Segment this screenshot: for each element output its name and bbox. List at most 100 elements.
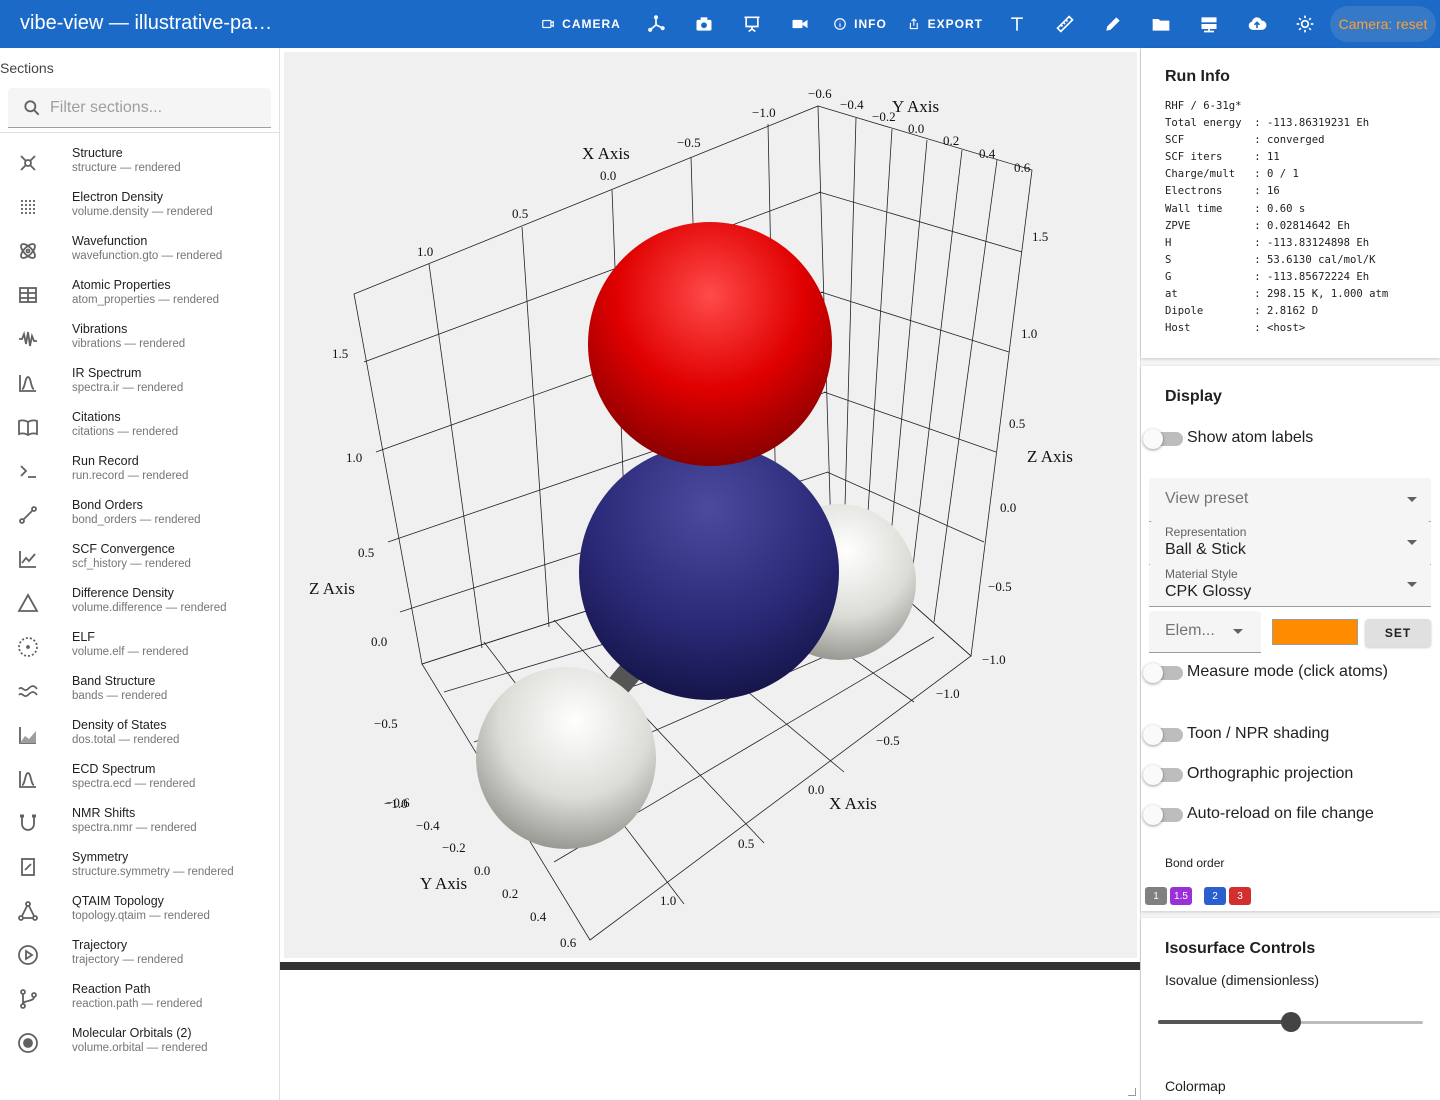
isosurface-title: Isosurface Controls bbox=[1165, 940, 1316, 957]
camera-button[interactable]: CAMERA bbox=[541, 0, 621, 48]
left-z-tick: 0.0 bbox=[371, 634, 387, 649]
section-item-subtitle: dos.total — rendered bbox=[72, 734, 180, 746]
section-item-title: Run Record bbox=[72, 454, 139, 468]
back-y-tick: −0.6 bbox=[808, 86, 832, 101]
bond-order-chip: 3 bbox=[1229, 887, 1251, 905]
section-item[interactable]: Difference Density volume.difference — re… bbox=[0, 582, 279, 626]
upload-button[interactable] bbox=[1243, 0, 1271, 48]
left-z-tick: 1.5 bbox=[332, 346, 348, 361]
camera-reset-button[interactable]: Camera: reset bbox=[1330, 6, 1436, 42]
text-annotation-button[interactable] bbox=[1003, 0, 1031, 48]
section-list: Structure structure — rendered Electron De… bbox=[0, 142, 279, 1066]
resize-grip-icon[interactable] bbox=[1128, 1088, 1136, 1096]
section-item[interactable]: SCF Convergence scf_history — rendered bbox=[0, 538, 279, 582]
section-item-subtitle: structure.symmetry — rendered bbox=[72, 866, 234, 878]
record-video-button[interactable] bbox=[786, 0, 814, 48]
section-item[interactable]: Molecular Orbitals (2) volume.orbital — r… bbox=[0, 1022, 279, 1066]
info-button[interactable]: INFO bbox=[832, 0, 888, 48]
x-axis-title-back: X Axis bbox=[582, 144, 630, 163]
z-axis-title-left: Z Axis bbox=[309, 579, 355, 598]
section-item[interactable]: Trajectory trajectory — rendered bbox=[0, 934, 279, 978]
set-color-button[interactable]: SET bbox=[1365, 619, 1431, 647]
material-style-label: Material Style bbox=[1165, 567, 1238, 581]
section-item[interactable]: Wavefunction wavefunction.gto — rendered bbox=[0, 230, 279, 274]
log-textarea[interactable] bbox=[280, 970, 1140, 1100]
auto-reload-label: Auto-reload on file change bbox=[1187, 805, 1374, 822]
dot-grid-icon bbox=[17, 196, 39, 218]
element-select[interactable]: Elem... bbox=[1149, 611, 1261, 653]
graph-icon bbox=[17, 900, 39, 922]
triangle-icon bbox=[17, 592, 39, 614]
measure-mode-toggle[interactable]: Measure mode (click atoms) bbox=[1143, 661, 1438, 685]
section-item[interactable]: Structure structure — rendered bbox=[0, 142, 279, 186]
draw-button[interactable] bbox=[1099, 0, 1127, 48]
orthographic-toggle[interactable]: Orthographic projection bbox=[1143, 763, 1438, 787]
front-y-tick: −0.2 bbox=[442, 840, 466, 855]
material-style-value: CPK Glossy bbox=[1165, 583, 1252, 600]
back-x-tick: 0.0 bbox=[600, 168, 616, 183]
panel-resize-divider[interactable] bbox=[280, 962, 1140, 970]
y-axis-title-front: Y Axis bbox=[420, 874, 467, 893]
isovalue-slider-thumb[interactable] bbox=[1280, 1012, 1301, 1032]
theme-button[interactable] bbox=[1291, 0, 1319, 48]
filter-field[interactable] bbox=[8, 88, 271, 128]
section-item[interactable]: Reaction Path reaction.path — rendered bbox=[0, 978, 279, 1022]
axes-button[interactable] bbox=[642, 0, 670, 48]
section-item-subtitle: trajectory — rendered bbox=[72, 954, 184, 966]
screenshot-button[interactable] bbox=[690, 0, 718, 48]
toggle-thumb[interactable] bbox=[1143, 725, 1163, 745]
front-x-tick: 0.5 bbox=[738, 836, 754, 851]
section-item[interactable]: Citations citations — rendered bbox=[0, 406, 279, 450]
display-card: Display Show atom labels View preset Rep… bbox=[1141, 366, 1440, 911]
right-z-tick: 0.5 bbox=[1009, 416, 1025, 431]
presentation-button[interactable] bbox=[738, 0, 766, 48]
section-item-title: Citations bbox=[72, 410, 121, 424]
section-item[interactable]: QTAIM Topology topology.qtaim — rendered bbox=[0, 890, 279, 934]
open-file-button[interactable] bbox=[1147, 0, 1175, 48]
magnet-icon bbox=[17, 812, 39, 834]
server-button[interactable] bbox=[1195, 0, 1223, 48]
isovalue-slider-fill bbox=[1158, 1020, 1291, 1024]
section-item[interactable]: Vibrations vibrations — rendered bbox=[0, 318, 279, 362]
section-item-title: Vibrations bbox=[72, 322, 128, 336]
export-button[interactable]: EXPORT bbox=[907, 0, 983, 48]
section-item[interactable]: Electron Density volume.density — rendere… bbox=[0, 186, 279, 230]
back-x-tick: 0.5 bbox=[512, 206, 528, 221]
material-style-select[interactable]: Material Style CPK Glossy bbox=[1149, 563, 1431, 607]
terminal-icon bbox=[17, 460, 39, 482]
section-item[interactable]: Symmetry structure.symmetry — rendered bbox=[0, 846, 279, 890]
toggle-thumb[interactable] bbox=[1143, 663, 1163, 683]
bond-order-chip: 1.5 bbox=[1170, 887, 1192, 905]
toon-shading-toggle[interactable]: Toon / NPR shading bbox=[1143, 723, 1438, 747]
section-item-title: Density of States bbox=[72, 718, 167, 732]
filter-sections-input[interactable] bbox=[50, 96, 260, 120]
section-item[interactable]: Run Record run.record — rendered bbox=[0, 450, 279, 494]
section-item[interactable]: NMR Shifts spectra.nmr — rendered bbox=[0, 802, 279, 846]
section-item[interactable]: Band Structure bands — rendered bbox=[0, 670, 279, 714]
toggle-thumb[interactable] bbox=[1143, 805, 1163, 825]
representation-select[interactable]: Representation Ball & Stick bbox=[1149, 521, 1431, 565]
x-axis-title-front: X Axis bbox=[829, 794, 877, 813]
top-app-bar: vibe-view — illustrative-pan… CAMERA INF… bbox=[0, 0, 1440, 48]
toggle-thumb[interactable] bbox=[1143, 765, 1163, 785]
section-item[interactable]: ELF volume.elf — rendered bbox=[0, 626, 279, 670]
section-item-title: SCF Convergence bbox=[72, 542, 175, 556]
element-color-swatch[interactable] bbox=[1272, 619, 1358, 645]
section-item[interactable]: Density of States dos.total — rendered bbox=[0, 714, 279, 758]
back-y-tick: 0.4 bbox=[979, 146, 996, 161]
toggle-thumb[interactable] bbox=[1143, 429, 1163, 449]
section-item-title: QTAIM Topology bbox=[72, 894, 164, 908]
ruler-button[interactable] bbox=[1051, 0, 1079, 48]
show-atom-labels-toggle[interactable]: Show atom labels bbox=[1143, 427, 1438, 451]
section-item[interactable]: Atomic Properties atom_properties — rende… bbox=[0, 274, 279, 318]
section-item-title: Trajectory bbox=[72, 938, 128, 952]
section-item[interactable]: ECD Spectrum spectra.ecd — rendered bbox=[0, 758, 279, 802]
section-item[interactable]: IR Spectrum spectra.ir — rendered bbox=[0, 362, 279, 406]
section-item[interactable]: Bond Orders bond_orders — rendered bbox=[0, 494, 279, 538]
view-preset-select[interactable]: View preset bbox=[1149, 478, 1431, 522]
brightness-icon bbox=[1296, 15, 1314, 33]
molecule-viewer-canvas[interactable]: X Axis Y Axis Z Axis Z Axis X Axis Y Axi… bbox=[284, 52, 1137, 958]
back-y-tick: 0.2 bbox=[943, 133, 959, 148]
right-z-tick: −0.5 bbox=[988, 579, 1012, 594]
auto-reload-toggle[interactable]: Auto-reload on file change bbox=[1143, 803, 1438, 827]
